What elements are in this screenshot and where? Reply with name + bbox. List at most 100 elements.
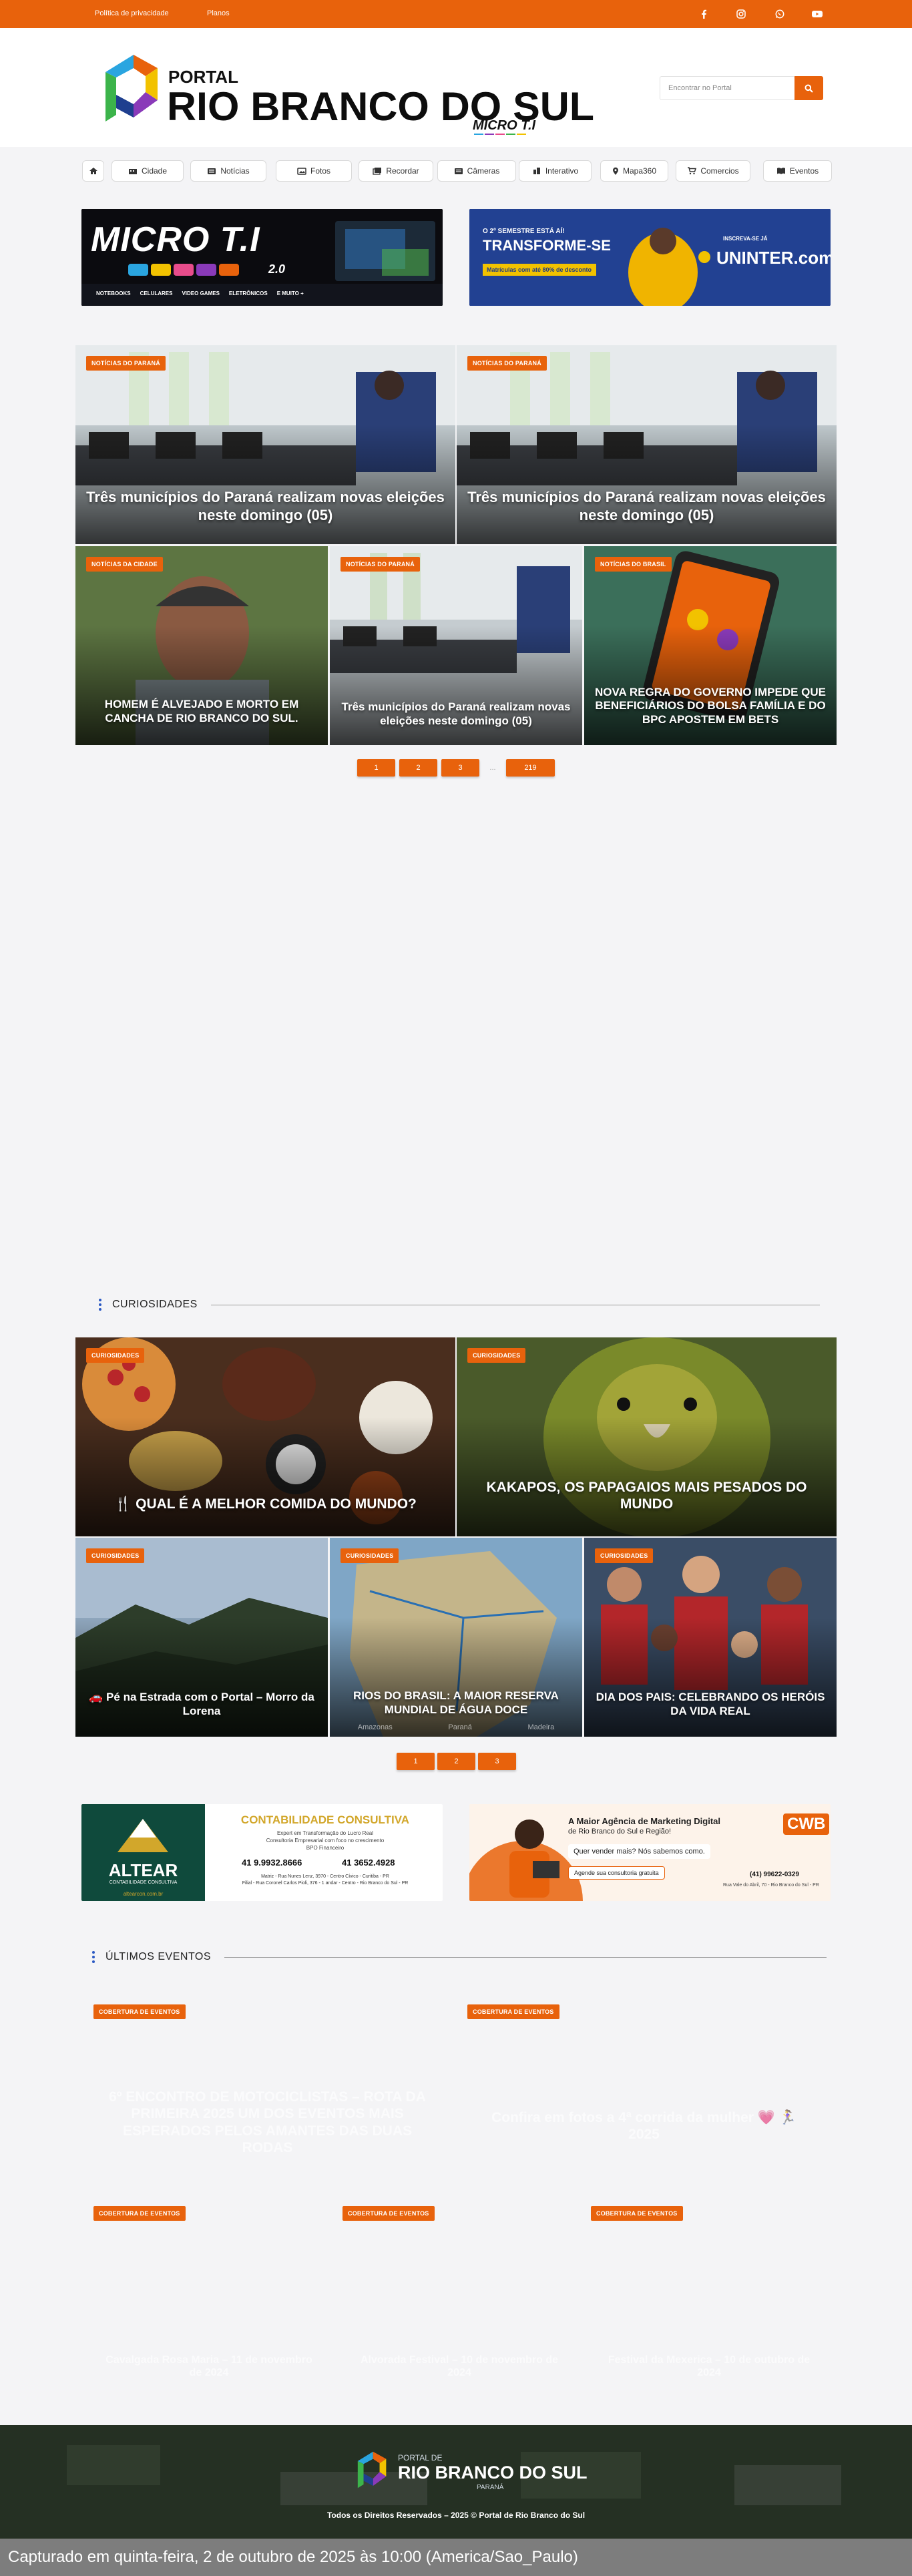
uninter-ad-banner[interactable]: O 2º SEMESTRE ESTÁ AÍ! TRANSFORME-SE Mat… bbox=[469, 209, 831, 306]
curiosidade-post-2[interactable]: CURIOSIDADES KAKAPOS, OS PAPAGAIOS MAIS … bbox=[457, 1337, 837, 1536]
nav-noticias[interactable]: Notícias bbox=[190, 160, 266, 182]
facebook-icon[interactable] bbox=[698, 8, 710, 20]
curiosidade-post-1[interactable]: CURIOSIDADES 🍴 QUAL É A MELHOR COMIDA DO… bbox=[75, 1337, 455, 1536]
curiosidades-page-1[interactable]: 1 bbox=[397, 1753, 435, 1770]
category-badge[interactable]: CURIOSIDADES bbox=[340, 1548, 399, 1563]
top-bar: Política de privacidade Planos bbox=[0, 0, 912, 28]
curiosidades-page-3[interactable]: 3 bbox=[478, 1753, 516, 1770]
post-title[interactable]: Três municípios do Paraná realizam novas… bbox=[339, 700, 573, 728]
category-badge[interactable]: CURIOSIDADES bbox=[595, 1548, 654, 1563]
category-badge[interactable]: NOTÍCIAS DO PARANÁ bbox=[340, 557, 420, 572]
post-title[interactable]: Confira em fotos a 4ª corrida da mulher … bbox=[475, 2109, 813, 2143]
youtube-icon[interactable] bbox=[811, 8, 823, 20]
ad-item: VIDEO GAMES bbox=[182, 290, 220, 296]
category-badge[interactable]: COBERTURA DE EVENTOS bbox=[93, 2206, 186, 2221]
post-title[interactable]: 🚗 Pé na Estrada com o Portal – Morro da … bbox=[85, 1691, 318, 1718]
map-label: Madeira bbox=[527, 1723, 555, 1731]
post-title[interactable]: 🍴 QUAL É A MELHOR COMIDA DO MUNDO? bbox=[85, 1496, 446, 1512]
logo-mark-icon bbox=[105, 55, 158, 122]
nav-eventos[interactable]: Eventos bbox=[763, 160, 832, 182]
featured-post-1[interactable]: NOTÍCIAS DO PARANÁ Três municípios do Pa… bbox=[75, 345, 455, 544]
evento-post-1[interactable]: COBERTURA DE EVENTOS 6º ENCONTRO DE MOTO… bbox=[89, 1998, 446, 2197]
category-badge[interactable]: COBERTURA DE EVENTOS bbox=[591, 2206, 683, 2221]
evento-post-4[interactable]: COBERTURA DE EVENTOS Alvorada Festival –… bbox=[339, 2200, 580, 2399]
post-title[interactable]: Três municípios do Paraná realizam novas… bbox=[466, 489, 827, 524]
search-input[interactable] bbox=[660, 76, 795, 100]
map-pin-icon bbox=[612, 167, 618, 175]
nav-recordar[interactable]: Recordar bbox=[359, 160, 433, 182]
post-title[interactable]: DIA DOS PAIS: CELEBRANDO OS HERÓIS DA VI… bbox=[594, 1691, 827, 1718]
category-badge[interactable]: CURIOSIDADES bbox=[86, 1348, 145, 1363]
page-button-1[interactable]: 1 bbox=[357, 759, 395, 777]
ad-website: altearcon.com.br bbox=[123, 1891, 164, 1897]
post-title[interactable]: KAKAPOS, OS PAPAGAIOS MAIS PESADOS DO MU… bbox=[466, 1479, 827, 1512]
plans-link[interactable]: Planos bbox=[207, 9, 230, 17]
featured-post-2[interactable]: NOTÍCIAS DO PARANÁ Três municípios do Pa… bbox=[457, 345, 837, 544]
featured-post-4[interactable]: NOTÍCIAS DO PARANÁ Três municípios do Pa… bbox=[330, 546, 582, 745]
category-badge[interactable]: CURIOSIDADES bbox=[467, 1348, 526, 1363]
evento-post-3[interactable]: COBERTURA DE EVENTOS Cavalgada Rosa Mari… bbox=[89, 2200, 329, 2399]
newspaper-icon bbox=[208, 168, 216, 174]
ad-version: 2.0 bbox=[268, 262, 286, 276]
category-badge[interactable]: NOTÍCIAS DA CIDADE bbox=[86, 557, 163, 572]
post-title[interactable]: Festival da Mexerica – 10 de outubro de … bbox=[598, 2354, 820, 2379]
curiosidades-page-2[interactable]: 2 bbox=[437, 1753, 475, 1770]
curiosidade-post-4[interactable]: CURIOSIDADES Amazonas Paraná Madeira RIO… bbox=[330, 1538, 582, 1737]
nav-cameras[interactable]: Câmeras bbox=[437, 160, 516, 182]
curiosidade-post-3[interactable]: CURIOSIDADES 🚗 Pé na Estrada com o Porta… bbox=[75, 1538, 328, 1737]
nav-mapa360[interactable]: Mapa360 bbox=[600, 160, 668, 182]
ad-phone: 41 9.9932.8666 bbox=[242, 1858, 302, 1868]
post-title[interactable]: Três municípios do Paraná realizam novas… bbox=[85, 489, 446, 524]
portal-logo[interactable]: PORTAL RIO BRANCO DO SUL MICRO T.I bbox=[93, 48, 601, 138]
section-dots-icon bbox=[92, 1951, 95, 1963]
featured-post-3[interactable]: NOTÍCIAS DA CIDADE HOMEM É ALVEJADO E MO… bbox=[75, 546, 328, 745]
nav-interativo[interactable]: Interativo bbox=[519, 160, 592, 182]
footer-copyright: Todos os Direitos Reservados – 2025 © Po… bbox=[326, 2511, 586, 2520]
nav-label: Câmeras bbox=[467, 166, 500, 176]
page-button-2[interactable]: 2 bbox=[399, 759, 437, 777]
category-badge[interactable]: COBERTURA DE EVENTOS bbox=[467, 2004, 559, 2019]
evento-post-5[interactable]: COBERTURA DE EVENTOS Festival da Mexeric… bbox=[589, 2200, 829, 2399]
category-badge[interactable]: NOTÍCIAS DO PARANÁ bbox=[467, 356, 547, 371]
category-badge[interactable]: NOTÍCIAS DO PARANÁ bbox=[86, 356, 166, 371]
post-title[interactable]: NOVA REGRA DO GOVERNO IMPEDE QUE BENEFIC… bbox=[594, 686, 827, 726]
footer-logo-top: PORTAL DE bbox=[398, 2453, 443, 2462]
evento-post-2[interactable]: COBERTURA DE EVENTOS Confira em fotos a … bbox=[465, 1998, 823, 2197]
microti-ad-banner[interactable]: MICRO T.I 2.0 NOTEBOOKS CELULARES VIDEO … bbox=[81, 209, 443, 306]
instagram-icon[interactable] bbox=[735, 8, 747, 20]
logo-sponsor-text: MICRO T.I bbox=[473, 118, 536, 133]
post-title[interactable]: RIOS DO BRASIL: A MAIOR RESERVA MUNDIAL … bbox=[339, 1689, 573, 1717]
curiosidade-post-5[interactable]: CURIOSIDADES DIA DOS PAIS: CELEBRANDO OS… bbox=[584, 1538, 837, 1737]
nav-fotos[interactable]: Fotos bbox=[276, 160, 352, 182]
nav-home-button[interactable] bbox=[82, 160, 104, 182]
post-title[interactable]: Alvorada Festival – 10 de novembro de 20… bbox=[349, 2354, 570, 2379]
home-icon bbox=[89, 168, 97, 174]
privacy-policy-link[interactable]: Política de privacidade bbox=[95, 9, 169, 17]
nav-cidade[interactable]: Cidade bbox=[111, 160, 184, 182]
category-badge[interactable]: COBERTURA DE EVENTOS bbox=[343, 2206, 435, 2221]
nav-comercios[interactable]: Comercios bbox=[676, 160, 750, 182]
altear-ad-banner[interactable]: ALTEAR CONTABILIDADE CONSULTIVA altearco… bbox=[81, 1804, 443, 1901]
site-header: PORTAL RIO BRANCO DO SUL MICRO T.I bbox=[0, 28, 912, 147]
page-button-last[interactable]: 219 bbox=[506, 759, 555, 777]
footer-logo-sub: PARANÁ bbox=[477, 2484, 504, 2491]
search-button[interactable] bbox=[794, 76, 823, 100]
page-button-3[interactable]: 3 bbox=[441, 759, 479, 777]
post-title[interactable]: Cavalgada Rosa Maria – 11 de novembro de… bbox=[98, 2354, 320, 2379]
post-title[interactable]: 6º ENCONTRO DE MOTOCICLISTAS – ROTA DA P… bbox=[98, 2089, 437, 2156]
cwb-ad-banner[interactable]: A Maior Agência de Marketing Digital de … bbox=[469, 1804, 831, 1901]
ad-question: Quer vender mais? Nós sabemos como. bbox=[568, 1844, 710, 1859]
post-title[interactable]: HOMEM É ALVEJADO E MORTO EM CANCHA DE RI… bbox=[85, 698, 318, 725]
featured-post-5[interactable]: NOTÍCIAS DO BRASIL NOVA REGRA DO GOVERNO… bbox=[584, 546, 837, 745]
ad-brand: ALTEAR bbox=[108, 1860, 178, 1880]
category-badge[interactable]: COBERTURA DE EVENTOS bbox=[93, 2004, 186, 2019]
footer-logo[interactable]: PORTAL DE RIO BRANCO DO SUL PARANÁ bbox=[351, 2444, 588, 2497]
section-title: CURIOSIDADES bbox=[112, 1299, 198, 1310]
ad-line: Expert em Transformação do Lucro Real bbox=[276, 1830, 374, 1836]
category-badge[interactable]: NOTÍCIAS DO BRASIL bbox=[595, 557, 672, 572]
site-footer: PORTAL DE RIO BRANCO DO SUL PARANÁ Todos… bbox=[0, 2425, 912, 2539]
nav-label: Cidade bbox=[141, 166, 168, 176]
whatsapp-icon[interactable] bbox=[774, 8, 786, 20]
ad-address: Filial - Rua Coronel Carlos Pioli, 376 -… bbox=[242, 1881, 409, 1886]
category-badge[interactable]: CURIOSIDADES bbox=[86, 1548, 145, 1563]
